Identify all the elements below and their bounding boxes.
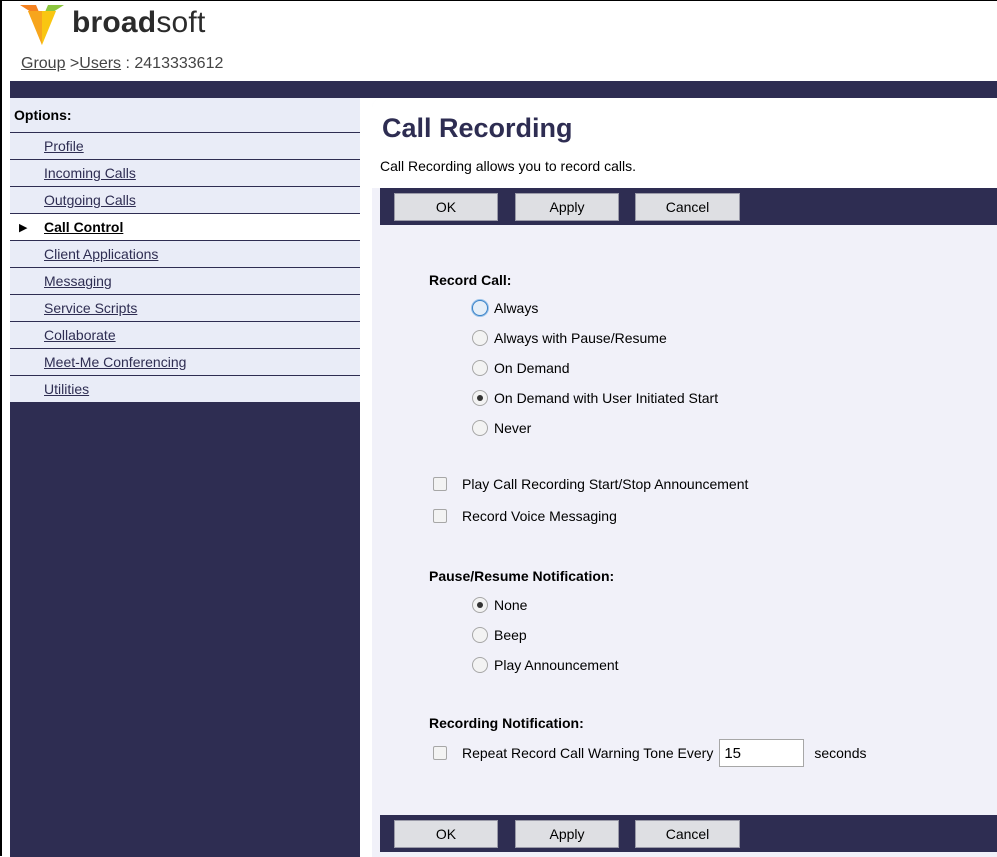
options-title: Options: <box>10 98 360 133</box>
radio-label: Never <box>494 420 532 436</box>
sidebar-item-label[interactable]: Utilities <box>44 381 89 397</box>
checkbox-label: Record Voice Messaging <box>462 508 617 524</box>
sidebar-item-profile[interactable]: Profile <box>10 133 360 160</box>
record-call-label: Record Call: <box>429 272 512 288</box>
apply-button[interactable]: Apply <box>515 193 619 221</box>
radio-label: Always with Pause/Resume <box>494 330 667 346</box>
seconds-unit-label: seconds <box>814 745 867 761</box>
radio-label: On Demand with User Initiated Start <box>494 390 719 406</box>
sidebar-item-utilities[interactable]: Utilities <box>10 376 360 403</box>
record-call-always-pause-resume-option[interactable]: Always with Pause/Resume <box>472 330 667 346</box>
pause-resume-none-option[interactable]: None <box>472 597 527 613</box>
record-call-never-option[interactable]: Never <box>472 420 531 436</box>
top-button-bar: OK Apply Cancel <box>380 188 997 225</box>
breadcrumb-group-link[interactable]: Group <box>21 55 65 72</box>
pause-resume-notification-label: Pause/Resume Notification: <box>429 568 615 584</box>
sidebar-item-client-applications[interactable]: Client Applications <box>10 241 360 268</box>
radio-label: Beep <box>494 627 527 643</box>
sidebar-item-meet-me-conferencing[interactable]: Meet-Me Conferencing <box>10 349 360 376</box>
record-voice-messaging-checkbox[interactable] <box>433 509 447 523</box>
breadcrumb-users-link[interactable]: Users <box>79 55 121 72</box>
sidebar-item-call-control[interactable]: ▶ Call Control <box>10 214 360 241</box>
bottom-button-bar: OK Apply Cancel <box>380 815 997 852</box>
sidebar: Options: Profile Incoming Calls Outgoing… <box>10 98 360 857</box>
record-call-always-option[interactable]: Always <box>472 300 538 316</box>
sidebar-item-label[interactable]: Outgoing Calls <box>44 192 136 208</box>
active-arrow-icon: ▶ <box>19 222 28 234</box>
page-title: Call Recording <box>382 113 573 143</box>
broadsoft-logo-icon <box>20 5 64 45</box>
sidebar-item-label[interactable]: Incoming Calls <box>44 165 136 181</box>
breadcrumb-separator: > <box>65 55 80 72</box>
play-announcement-checkbox[interactable] <box>433 477 447 491</box>
radio-on-demand[interactable] <box>472 360 488 376</box>
sidebar-item-label[interactable]: Client Applications <box>44 246 158 262</box>
breadcrumb: Group >Users : 2413333612 <box>21 55 223 73</box>
repeat-warning-tone-label: Repeat Record Call Warning Tone Every <box>462 745 714 761</box>
pause-resume-beep-option[interactable]: Beep <box>472 627 527 643</box>
brand-name: broadsoft <box>72 6 206 39</box>
page-frame: broadsoft Group >Users : 2413333612 Opti… <box>0 0 997 857</box>
broadsoft-logo: broadsoft <box>20 1 206 45</box>
main-panel: Call Recording Call Recording allows you… <box>372 98 997 857</box>
record-call-on-demand-option[interactable]: On Demand <box>472 360 569 376</box>
radio-label: None <box>494 597 528 613</box>
sidebar-item-label[interactable]: Meet-Me Conferencing <box>44 354 186 370</box>
warning-tone-interval-input[interactable] <box>719 739 805 767</box>
pause-resume-play-announcement-option[interactable]: Play Announcement <box>472 657 619 673</box>
play-announcement-option[interactable]: Play Call Recording Start/Stop Announcem… <box>433 476 748 492</box>
page-description: Call Recording allows you to record call… <box>380 158 636 174</box>
ok-button[interactable]: OK <box>394 193 498 221</box>
sidebar-item-incoming-calls[interactable]: Incoming Calls <box>10 160 360 187</box>
top-bar <box>10 81 997 98</box>
sidebar-item-label[interactable]: Messaging <box>44 273 112 289</box>
radio-always-pause-resume[interactable] <box>472 330 488 346</box>
radio-label: Always <box>494 300 539 316</box>
call-recording-form: Record Call: Always Always with Pause/Re… <box>372 225 997 815</box>
sidebar-item-label[interactable]: Collaborate <box>44 327 116 343</box>
radio-label: On Demand <box>494 360 570 376</box>
checkbox-label: Play Call Recording Start/Stop Announcem… <box>462 476 749 492</box>
radio-none[interactable] <box>472 597 488 613</box>
radio-always[interactable] <box>472 300 488 316</box>
recording-notification-label: Recording Notification: <box>429 715 584 731</box>
radio-on-demand-user-start[interactable] <box>472 390 488 406</box>
record-voice-messaging-option[interactable]: Record Voice Messaging <box>433 508 617 524</box>
main-header: Call Recording Call Recording allows you… <box>372 98 997 188</box>
repeat-warning-tone-checkbox[interactable] <box>433 746 447 760</box>
sidebar-item-messaging[interactable]: Messaging <box>10 268 360 295</box>
radio-never[interactable] <box>472 420 488 436</box>
sidebar-item-service-scripts[interactable]: Service Scripts <box>10 295 360 322</box>
cancel-button-bottom[interactable]: Cancel <box>635 820 740 848</box>
sidebar-item-collaborate[interactable]: Collaborate <box>10 322 360 349</box>
sidebar-item-label[interactable]: Call Control <box>44 219 123 235</box>
repeat-warning-tone-row: Repeat Record Call Warning Tone Every se… <box>433 739 867 767</box>
cancel-button[interactable]: Cancel <box>635 193 740 221</box>
ok-button-bottom[interactable]: OK <box>394 820 498 848</box>
sidebar-item-outgoing-calls[interactable]: Outgoing Calls <box>10 187 360 214</box>
apply-button-bottom[interactable]: Apply <box>515 820 619 848</box>
sidebar-item-label[interactable]: Profile <box>44 138 84 154</box>
breadcrumb-user-id: : 2413333612 <box>121 55 224 72</box>
radio-beep[interactable] <box>472 627 488 643</box>
radio-play-announcement[interactable] <box>472 657 488 673</box>
sidebar-item-label[interactable]: Service Scripts <box>44 300 137 316</box>
record-call-on-demand-user-start-option[interactable]: On Demand with User Initiated Start <box>472 390 718 406</box>
radio-label: Play Announcement <box>494 657 619 673</box>
options-menu: Options: Profile Incoming Calls Outgoing… <box>10 98 360 403</box>
